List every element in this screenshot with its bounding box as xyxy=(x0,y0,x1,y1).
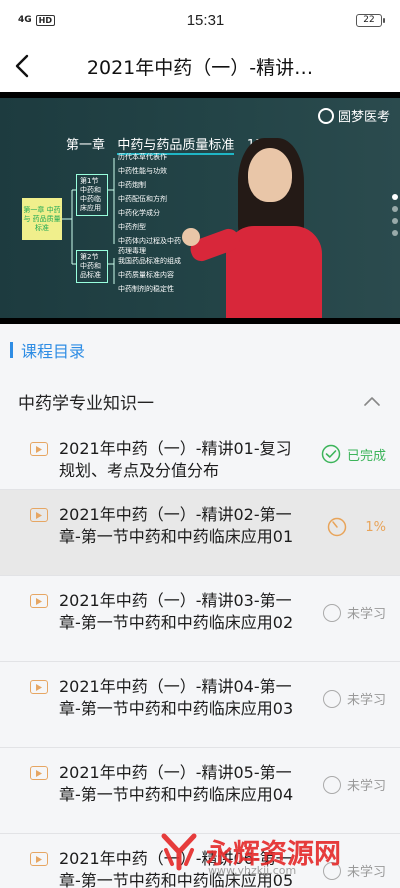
page-title: 2021年中药（一）-精讲… xyxy=(86,56,314,79)
mindmap-leaf: 中药炮制 xyxy=(118,181,146,189)
nav-bar: 2021年中药（一）-精讲… xyxy=(0,40,400,92)
mindmap-node: 第1节 中药和 中药临 床应用 xyxy=(76,174,108,216)
battery-level: 22 xyxy=(363,15,375,25)
lesson-status-label: 未学习 xyxy=(346,865,386,880)
mindmap-leaf: 中药剂型 xyxy=(118,223,146,231)
play-icon xyxy=(30,508,48,522)
section-accent-bar xyxy=(10,342,13,358)
lesson-title: 2021年中药（一）-精讲02-第一章-第一节中药和中药临床应用01 xyxy=(59,505,294,546)
lesson-status-label: 未学习 xyxy=(346,607,386,622)
lesson-item[interactable]: 2021年中药（一）-精讲04-第一章-第一节中药和中药临床应用03 未学习 xyxy=(0,662,400,748)
network-label: 4G xyxy=(18,15,32,25)
video-player[interactable]: 圆梦医考 第一章 中药与药品质量标准 15分 第一章 中药与 药品质量标准 第1… xyxy=(0,92,400,324)
presenter-figure xyxy=(182,138,322,318)
lesson-status-label: 未学习 xyxy=(346,779,386,794)
catalog-title: 课程目录 xyxy=(21,342,86,361)
chapter-group-header[interactable]: 中药学专业知识一 xyxy=(0,376,400,426)
empty-circle-icon xyxy=(322,775,341,794)
mindmap-leaf: 中药制剂的稳定性 xyxy=(118,285,174,293)
lesson-item[interactable]: 2021年中药（一）-精讲05-第一章-第一节中药和中药临床应用04 未学习 xyxy=(0,748,400,834)
mindmap-leaf: 中药配伍和方剂 xyxy=(118,195,167,203)
play-icon xyxy=(30,852,48,866)
watermark: 永辉资源网 www.yhzkjj.com xyxy=(158,830,341,877)
watermark-url: www.yhzkjj.com xyxy=(208,864,297,877)
progress-circle-icon xyxy=(328,517,347,537)
catalog-header: 课程目录 xyxy=(0,324,400,376)
mindmap-leaf: 中药性能与功效 xyxy=(118,167,167,175)
mindmap-leaf: 历代本草代表作 xyxy=(118,153,167,161)
empty-circle-icon xyxy=(322,603,341,622)
lesson-item[interactable]: 2021年中药（一）-精讲02-第一章-第一节中药和中药临床应用01 1% xyxy=(0,490,400,576)
mindmap-root: 第一章 中药与 药品质量标准 xyxy=(22,198,62,240)
lesson-status-label: 未学习 xyxy=(346,693,386,708)
lesson-list: 2021年中药（一）-精讲01-复习规划、考点及分值分布 已完成 2021年中药… xyxy=(0,426,400,888)
lesson-title: 2021年中药（一）-精讲01-复习规划、考点及分值分布 xyxy=(59,439,292,480)
mindmap-leaf: 我国药品标准的组成 xyxy=(118,257,181,265)
lesson-item[interactable]: 2021年中药（一）-精讲01-复习规划、考点及分值分布 已完成 xyxy=(0,426,400,490)
video-page-indicator xyxy=(392,194,398,236)
lesson-status: 已完成 xyxy=(306,438,386,464)
chevron-up-icon[interactable] xyxy=(364,396,380,406)
chevron-left-icon xyxy=(15,54,29,78)
mindmap-node: 第2节 中药和 品标准 xyxy=(76,250,108,283)
status-bar: 4G HD 15:31 22 xyxy=(0,0,400,40)
watermark-logo-icon xyxy=(161,833,197,871)
lesson-status: 未学习 xyxy=(306,676,386,708)
signal-indicator: 4G HD xyxy=(18,14,55,26)
empty-circle-icon xyxy=(322,689,341,708)
play-icon xyxy=(30,680,48,694)
mindmap-leaf: 中药体内过程及中药药理毒理 xyxy=(118,237,181,255)
lesson-status-label: 1% xyxy=(365,519,386,535)
lesson-status: 未学习 xyxy=(306,590,386,622)
lesson-status-label: 已完成 xyxy=(346,448,386,464)
play-icon xyxy=(30,442,48,456)
lesson-status: 未学习 xyxy=(306,762,386,794)
check-circle-icon xyxy=(321,444,341,464)
lesson-status: 1% xyxy=(306,504,386,537)
lesson-title: 2021年中药（一）-精讲05-第一章-第一节中药和中药临床应用04 xyxy=(59,763,294,804)
battery-icon: 22 xyxy=(355,13,385,27)
lesson-title: 2021年中药（一）-精讲03-第一章-第一节中药和中药临床应用02 xyxy=(59,591,294,632)
mindmap-leaf: 中药质量标准内容 xyxy=(118,271,174,279)
lesson-title: 2021年中药（一）-精讲04-第一章-第一节中药和中药临床应用03 xyxy=(59,677,294,718)
hd-badge: HD xyxy=(35,14,55,26)
chapter-group-title: 中药学专业知识一 xyxy=(18,393,154,414)
clock: 15:31 xyxy=(186,11,225,29)
play-icon xyxy=(30,594,48,608)
back-button[interactable] xyxy=(2,40,42,92)
play-icon xyxy=(30,766,48,780)
mindmap-leaf: 中药化学成分 xyxy=(118,209,160,217)
video-frame: 圆梦医考 第一章 中药与药品质量标准 15分 第一章 中药与 药品质量标准 第1… xyxy=(0,98,400,318)
lesson-item[interactable]: 2021年中药（一）-精讲03-第一章-第一节中药和中药临床应用02 未学习 xyxy=(0,576,400,662)
